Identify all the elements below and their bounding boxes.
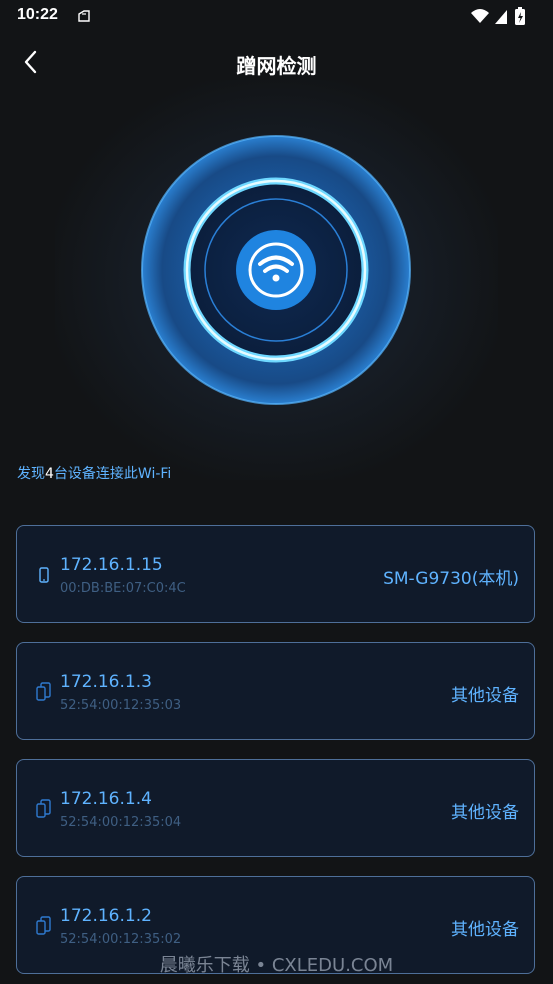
devices-found-summary: 发现4台设备连接此Wi-Fi <box>17 463 171 483</box>
scan-radar <box>141 135 411 405</box>
device-name: 其他设备 <box>451 686 519 706</box>
device-mac: 52:54:00:12:35:02 <box>60 932 182 947</box>
device-mac: 00:DB:BE:07:C0:4C <box>60 581 186 596</box>
device-ip: 172.16.1.2 <box>60 906 152 926</box>
device-card[interactable]: 172.16.1.4 52:54:00:12:35:04 其他设备 <box>16 759 535 857</box>
device-card[interactable]: 172.16.1.15 00:DB:BE:07:C0:4C SM-G9730(本… <box>16 525 535 623</box>
wifi-status-icon <box>471 9 489 23</box>
wifi-center-badge <box>236 230 316 310</box>
device-ip: 172.16.1.4 <box>60 789 152 809</box>
system-status-icons <box>471 7 525 25</box>
devices-icon <box>36 682 51 701</box>
devices-icon <box>36 916 51 935</box>
device-mac: 52:54:00:12:35:03 <box>60 698 182 713</box>
devices-icon <box>36 799 51 818</box>
notification-icon <box>78 10 90 22</box>
status-time: 10:22 <box>17 6 58 23</box>
device-name: SM-G9730(本机) <box>383 569 519 589</box>
device-ip: 172.16.1.3 <box>60 672 152 692</box>
page-title: 蹭网检测 <box>236 54 317 78</box>
device-name: 其他设备 <box>451 803 519 823</box>
device-ip: 172.16.1.15 <box>60 555 163 575</box>
summary-prefix: 发现 <box>17 466 45 482</box>
device-name: 其他设备 <box>451 920 519 940</box>
status-bar: 10:22 <box>0 0 553 32</box>
phone-icon <box>39 567 49 583</box>
signal-icon <box>495 10 507 24</box>
device-mac: 52:54:00:12:35:04 <box>60 815 182 830</box>
device-count: 4 <box>45 466 54 482</box>
watermark: 晨曦乐下载 • CXLEDU.COM <box>159 955 394 976</box>
device-card[interactable]: 172.16.1.3 52:54:00:12:35:03 其他设备 <box>16 642 535 740</box>
summary-suffix: 台设备连接此Wi-Fi <box>53 466 172 482</box>
